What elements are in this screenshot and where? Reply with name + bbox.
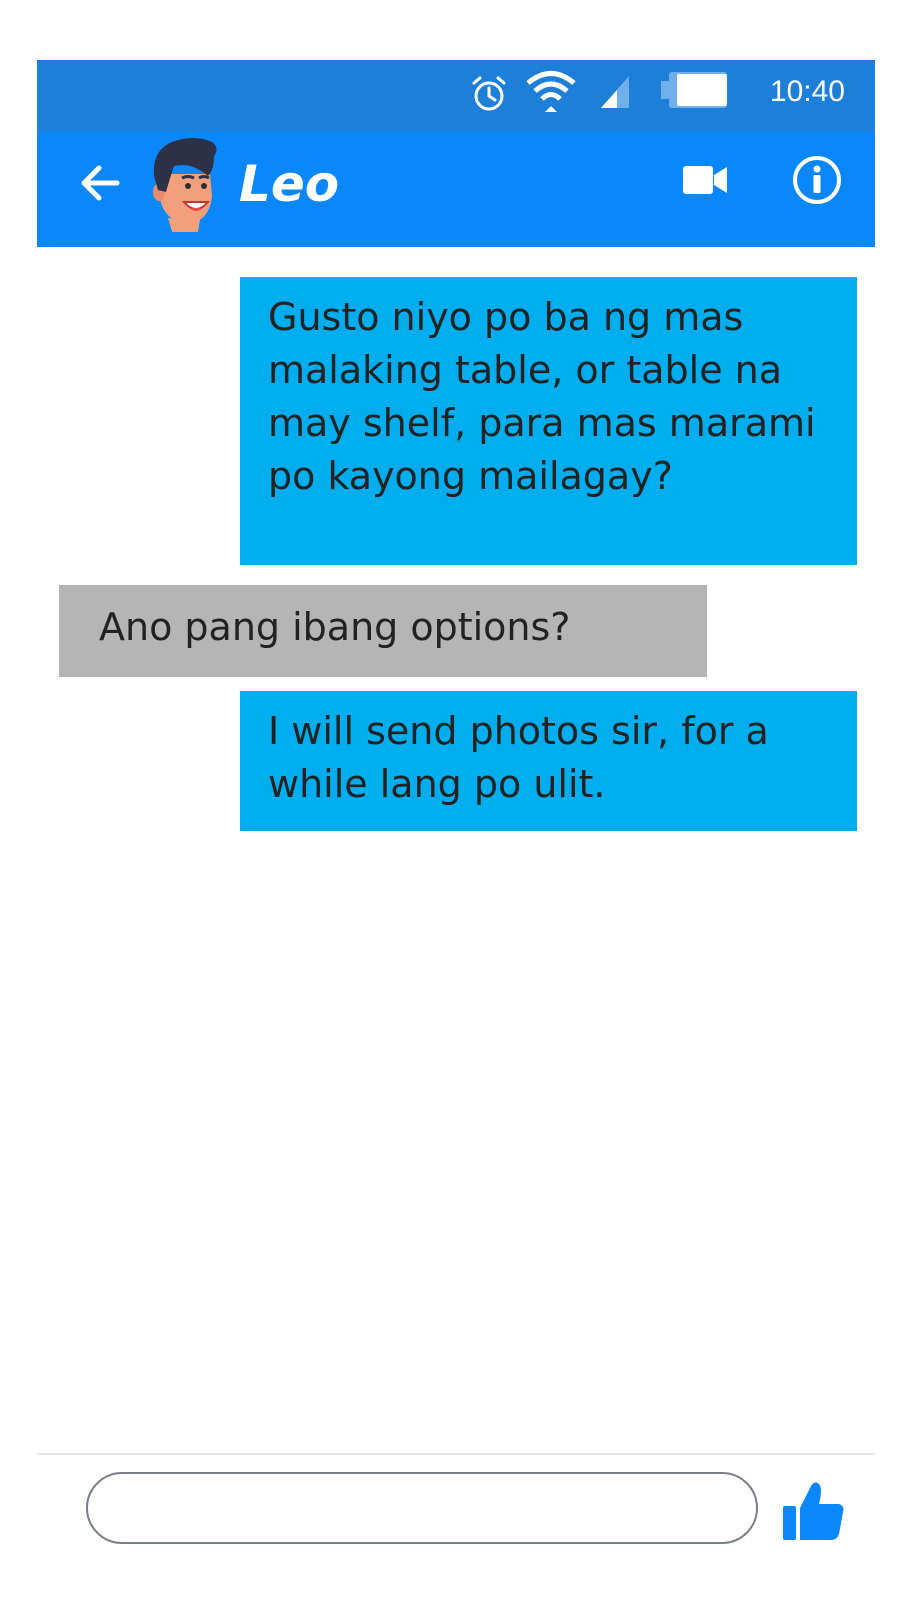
- chat-header: Leo: [37, 132, 875, 247]
- back-arrow-icon[interactable]: [77, 160, 123, 206]
- wifi-icon: [526, 71, 576, 112]
- composer-divider: [37, 1453, 875, 1455]
- message-outgoing: Gusto niyo po ba ng mas malaking table, …: [240, 277, 857, 565]
- message-outgoing: I will send photos sir, for a while lang…: [240, 691, 857, 831]
- status-time: 10:40: [769, 75, 845, 108]
- cell-signal-icon: [601, 76, 629, 108]
- message-input[interactable]: [86, 1472, 758, 1544]
- message-incoming: Ano pang ibang options?: [59, 585, 707, 677]
- chat-screen: 10:40 Leo Gusto niyo po ba ng mas malaki…: [37, 60, 875, 1560]
- alarm-icon: [472, 76, 506, 111]
- info-icon[interactable]: [791, 154, 843, 206]
- video-camera-icon[interactable]: [683, 160, 729, 200]
- battery-icon: [661, 72, 727, 108]
- status-bar: 10:40: [37, 60, 875, 132]
- thumbs-up-icon[interactable]: [783, 1480, 845, 1540]
- contact-name[interactable]: Leo: [239, 154, 339, 214]
- avatar[interactable]: [142, 136, 222, 232]
